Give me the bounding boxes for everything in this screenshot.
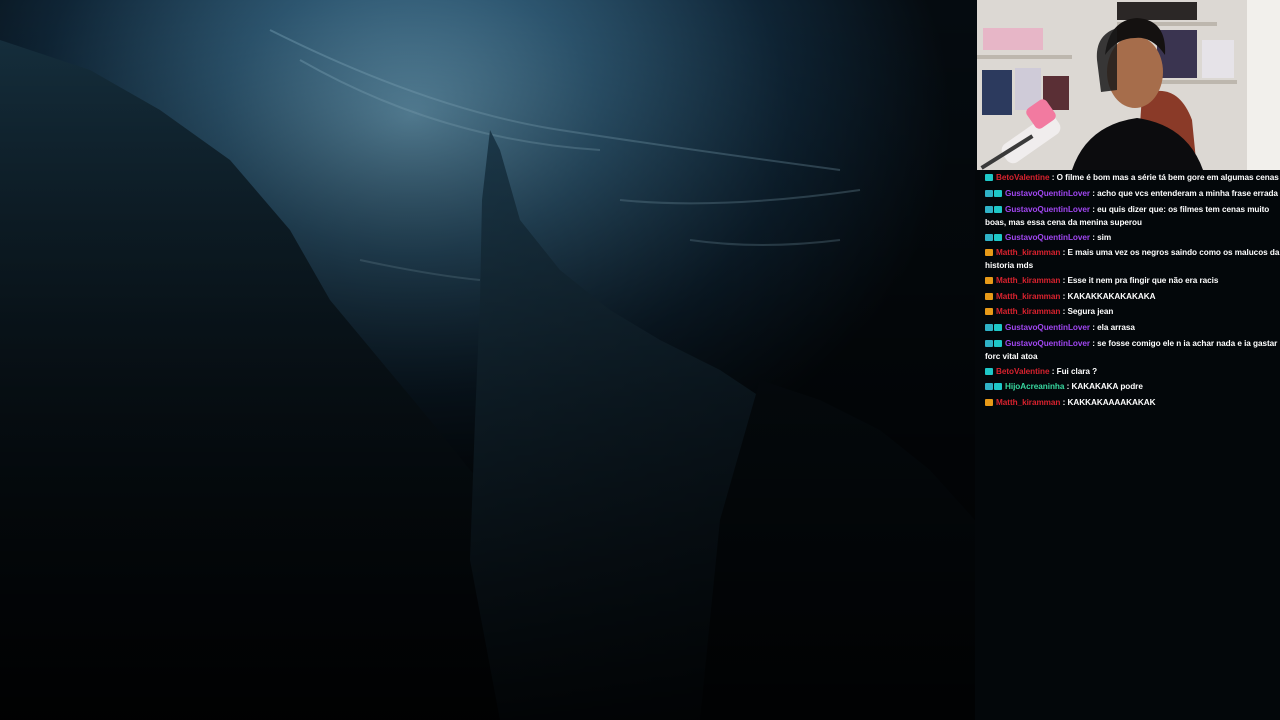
chat-separator: : <box>1064 382 1072 392</box>
sub-badge-icon <box>985 205 993 213</box>
sub-badge-icon <box>985 339 993 347</box>
vip-badge-icon <box>994 189 1002 197</box>
sub-badge-icon <box>985 233 993 241</box>
chat-username[interactable]: Matth_kiramman <box>996 276 1060 285</box>
chat-message: Matth_kiramman : KAKKAKAAAAKAKAK <box>985 396 1280 412</box>
chat-message: Matth_kiramman : E mais uma vez os negro… <box>985 246 1280 274</box>
chat-text: O filme é bom mas a série tá bem gore em… <box>1056 173 1279 183</box>
chat-badges <box>985 307 994 319</box>
vip-badge-icon <box>994 205 1002 213</box>
sub-badge-icon <box>985 324 993 332</box>
chat-separator: : <box>1060 291 1068 301</box>
webcam-image <box>977 0 1280 170</box>
vip-badge-icon <box>985 367 993 375</box>
chat-message: GustavoQuentinLover : sim <box>985 230 1280 246</box>
chat-badges <box>985 367 994 379</box>
chat-message: GustavoQuentinLover : se fosse comigo el… <box>985 337 1280 365</box>
chat-badges <box>985 233 1003 245</box>
chat-badges <box>985 189 1003 201</box>
chat-separator: : <box>1060 248 1068 258</box>
vip-badge-icon <box>994 233 1002 241</box>
chat-badges <box>985 205 1003 217</box>
chat-username[interactable]: Matth_kiramman <box>996 292 1060 301</box>
chat-separator: : <box>1049 173 1057 183</box>
chat-badges <box>985 398 994 410</box>
chat-message: GustavoQuentinLover : acho que vcs enten… <box>985 187 1280 203</box>
chat-separator: : <box>1049 366 1057 376</box>
sub-badge-icon <box>985 383 993 391</box>
chat-separator: : <box>1060 276 1068 286</box>
chat-text: KAKAKKAKAKAKAKA <box>1067 291 1156 301</box>
chat-username[interactable]: BetoValentine <box>996 367 1050 376</box>
chat-text: KAKKAKAAAAKAKAK <box>1067 398 1156 408</box>
chat-username[interactable]: GustavoQuentinLover <box>1005 205 1090 214</box>
vip-badge-icon <box>994 324 1002 332</box>
chat-username[interactable]: Matth_kiramman <box>996 307 1060 316</box>
vip-badge-icon <box>994 339 1002 347</box>
chat-message: GustavoQuentinLover : ela arrasa <box>985 321 1280 337</box>
crown-badge-icon <box>985 308 993 316</box>
chat-badges <box>985 339 1003 351</box>
vip-badge-icon <box>994 383 1002 391</box>
chat-text: sim <box>1097 232 1112 242</box>
chat-badges <box>985 248 994 260</box>
stream-viewport: BetoValentine : O filme é bom mas a séri… <box>0 0 1280 720</box>
chat-separator: : <box>1060 398 1068 408</box>
chat-badges <box>985 292 994 304</box>
chat-badges <box>985 323 1003 335</box>
chat-message: HijoAcreaninha : KAKAKAKA podre <box>985 380 1280 396</box>
chat-message: Matth_kiramman : Esse it nem pra fingir … <box>985 274 1280 290</box>
chat-username[interactable]: Matth_kiramman <box>996 398 1060 407</box>
chat-message: BetoValentine : Fui clara ? <box>985 365 1280 381</box>
chat-message: Matth_kiramman : Segura jean <box>985 305 1280 321</box>
chat-overlay: BetoValentine : O filme é bom mas a séri… <box>985 171 1280 412</box>
chat-text: Fui clara ? <box>1056 366 1098 376</box>
chat-badges <box>985 173 994 185</box>
crown-badge-icon <box>985 249 993 257</box>
chat-message: Matth_kiramman : KAKAKKAKAKAKAKA <box>985 290 1280 306</box>
vip-badge-icon <box>985 174 993 182</box>
chat-text: KAKAKAKA podre <box>1071 382 1143 392</box>
sub-badge-icon <box>985 189 993 197</box>
chat-username[interactable]: GustavoQuentinLover <box>1005 233 1090 242</box>
chat-badges <box>985 276 994 288</box>
chat-username[interactable]: GustavoQuentinLover <box>1005 323 1090 332</box>
crown-badge-icon <box>985 399 993 407</box>
crown-badge-icon <box>985 292 993 300</box>
chat-text: acho que vcs entenderam a minha frase er… <box>1097 188 1278 198</box>
chat-message: GustavoQuentinLover : eu quis dizer que:… <box>985 202 1280 230</box>
chat-username[interactable]: Matth_kiramman <box>996 248 1060 257</box>
chat-username[interactable]: BetoValentine <box>996 173 1050 182</box>
webcam-overlay <box>977 0 1280 170</box>
chat-username[interactable]: GustavoQuentinLover <box>1005 339 1090 348</box>
chat-separator: : <box>1060 307 1068 317</box>
chat-badges <box>985 382 1003 394</box>
chat-message: BetoValentine : O filme é bom mas a séri… <box>985 171 1280 187</box>
crown-badge-icon <box>985 277 993 285</box>
chat-username[interactable]: HijoAcreaninha <box>1005 382 1064 391</box>
chat-text: Esse it nem pra fingir que não era racis <box>1067 276 1219 286</box>
chat-username[interactable]: GustavoQuentinLover <box>1005 189 1090 198</box>
chat-text: ela arrasa <box>1097 323 1135 333</box>
chat-text: Segura jean <box>1067 307 1114 317</box>
